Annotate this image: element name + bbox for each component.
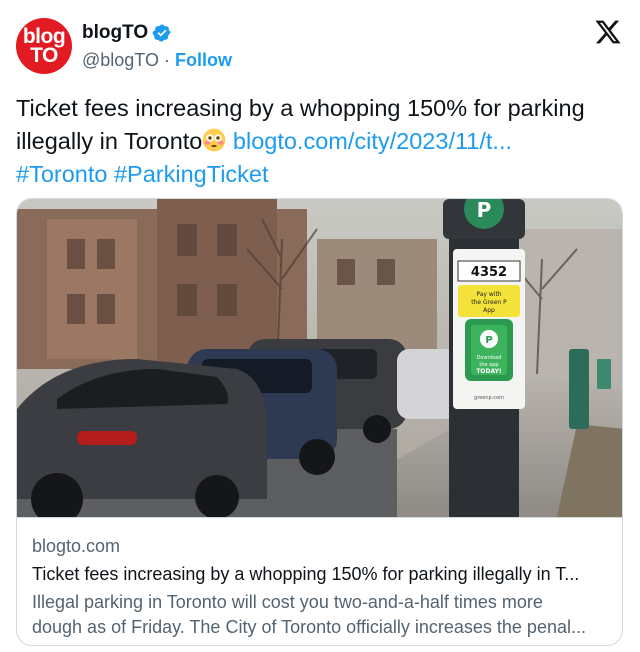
hashtag-toronto[interactable]: #Toronto xyxy=(16,161,107,187)
preview-domain: blogto.com xyxy=(32,536,121,556)
preview-meta: blogto.com Ticket fees increasing by a w… xyxy=(17,517,622,645)
svg-text:P: P xyxy=(485,335,492,346)
svg-text:Pay with: Pay with xyxy=(476,291,501,298)
meter-number: 4352 xyxy=(471,265,507,280)
tweet-card: blog TO blogTO @blogTO · Follow Ticket f… xyxy=(0,0,640,652)
svg-text:Download: Download xyxy=(477,355,502,361)
author-display-name[interactable]: blogTO xyxy=(82,22,148,44)
author-handle[interactable]: @blogTO xyxy=(82,50,159,71)
link-preview-card[interactable]: P 4352 Pay with the Green P App P Downlo… xyxy=(16,198,623,646)
avatar[interactable]: blog TO xyxy=(16,18,72,74)
svg-text:the Green P: the Green P xyxy=(471,299,507,306)
verified-badge-icon xyxy=(152,24,171,42)
preview-description-line-2: dough as of Friday. The City of Toronto … xyxy=(32,617,586,637)
preview-image: P 4352 Pay with the Green P App P Downlo… xyxy=(17,199,622,517)
flushed-face-emoji-icon xyxy=(203,128,226,152)
separator-dot: · xyxy=(163,50,170,70)
tweet-text: Ticket fees increasing by a whopping 150… xyxy=(16,92,621,191)
svg-text:greenp.com: greenp.com xyxy=(474,395,504,401)
preview-headline[interactable]: Ticket fees increasing by a whopping 150… xyxy=(32,564,612,585)
follow-button[interactable]: Follow xyxy=(175,50,232,71)
tweet-link[interactable]: blogto.com/city/2023/11/t... xyxy=(233,128,512,154)
hashtag-parkingticket[interactable]: #ParkingTicket xyxy=(114,161,269,187)
author-name-row: blogTO xyxy=(82,22,172,44)
avatar-logo-text-2: TO xyxy=(30,44,58,67)
x-logo-icon[interactable] xyxy=(594,18,622,46)
author-handle-row: @blogTO · Follow xyxy=(82,50,232,71)
svg-text:App: App xyxy=(483,307,495,314)
svg-text:P: P xyxy=(477,199,492,222)
preview-description: Illegal parking in Toronto will cost you… xyxy=(32,590,612,640)
preview-description-line-1: Illegal parking in Toronto will cost you… xyxy=(32,592,543,612)
svg-text:TODAY!: TODAY! xyxy=(476,368,501,375)
